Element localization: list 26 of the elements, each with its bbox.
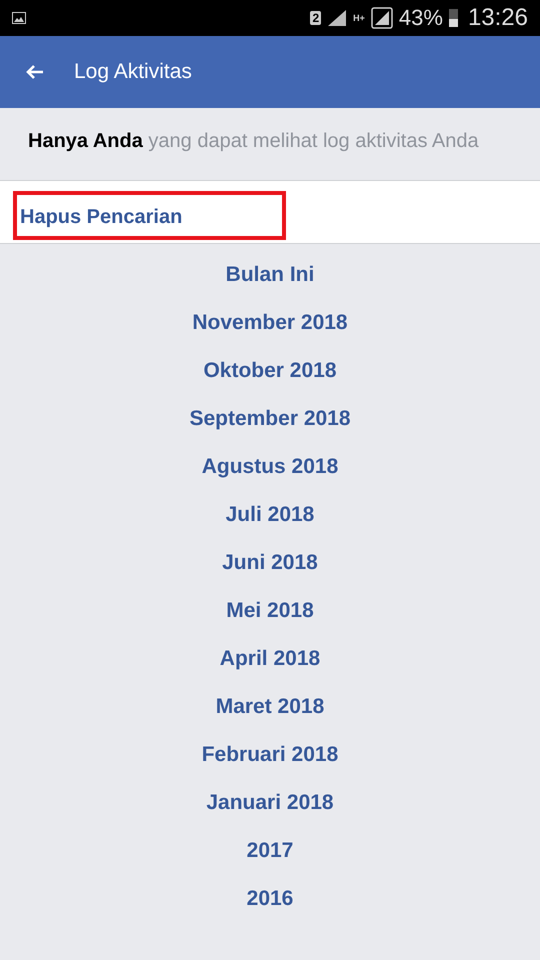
sim-badge: 2 xyxy=(310,11,322,25)
screen-title: Log Aktivitas xyxy=(74,60,192,84)
clear-search-link[interactable]: Hapus Pencarian xyxy=(13,191,286,240)
signal-icon xyxy=(370,7,393,29)
period-link[interactable]: Agustus 2018 xyxy=(202,443,338,491)
battery-icon xyxy=(448,9,458,27)
back-icon[interactable] xyxy=(26,65,44,79)
period-link[interactable]: Oktober 2018 xyxy=(203,347,337,395)
period-link[interactable]: Januari 2018 xyxy=(206,779,334,827)
period-link[interactable]: Juni 2018 xyxy=(222,539,318,587)
image-icon xyxy=(12,12,26,24)
period-link[interactable]: 2017 xyxy=(246,827,294,875)
period-link[interactable]: Mei 2018 xyxy=(226,587,314,635)
period-link[interactable]: Februari 2018 xyxy=(202,731,338,779)
period-link[interactable]: Maret 2018 xyxy=(216,683,324,731)
period-link[interactable]: Bulan Ini xyxy=(226,251,314,299)
period-link[interactable]: September 2018 xyxy=(189,395,351,443)
period-link[interactable]: Juli 2018 xyxy=(226,491,314,539)
period-link[interactable]: April 2018 xyxy=(220,635,320,683)
period-link[interactable]: November 2018 xyxy=(192,299,348,347)
clock: 13:26 xyxy=(468,4,528,32)
privacy-notice: Hanya Anda yang dapat melihat log aktivitas Anda xyxy=(27,129,480,154)
period-link[interactable]: 2016 xyxy=(246,875,294,923)
network-type: H+ xyxy=(353,13,365,23)
signal-icon xyxy=(327,9,348,27)
battery-percent: 43% xyxy=(398,5,443,31)
